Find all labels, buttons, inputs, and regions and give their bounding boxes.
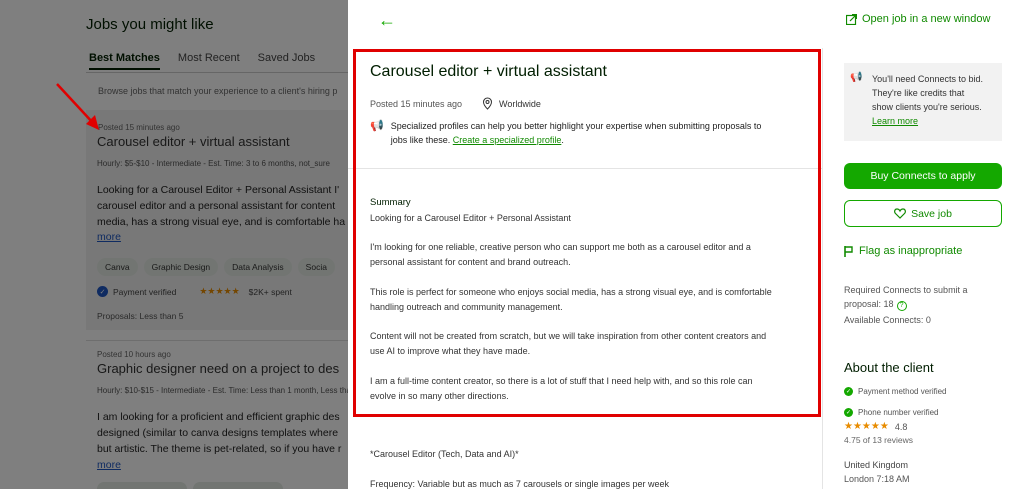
rating-stars-icon: ★★★★★: [844, 421, 889, 432]
client-rating: ★★★★★ 4.8: [844, 421, 908, 432]
megaphone-icon: 📢: [370, 120, 384, 132]
arrow-left-icon: ←: [378, 10, 396, 30]
summary-heading: Summary: [370, 197, 411, 208]
learn-more-link[interactable]: Learn more: [872, 114, 983, 128]
description-paragraph: Looking for a Carousel Editor + Personal…: [370, 213, 571, 223]
buy-connects-button[interactable]: Buy Connects to apply: [844, 163, 1002, 189]
description-paragraph: This role is perfect for someone who enj…: [370, 287, 772, 312]
annotation-arrow: [56, 83, 99, 130]
open-new-window-link[interactable]: Open job in a new window: [846, 13, 990, 25]
flag-inappropriate-link[interactable]: Flag as inappropriate: [844, 245, 962, 257]
about-client-heading: About the client: [844, 360, 934, 375]
available-connects: Available Connects: 0: [844, 315, 931, 325]
check-circle-icon: ✓: [844, 387, 853, 396]
back-button[interactable]: ←: [378, 10, 396, 31]
location: Worldwide: [482, 97, 541, 110]
client-country: United Kingdom: [844, 460, 909, 470]
megaphone-icon: 📢: [850, 72, 863, 83]
create-specialized-profile-link[interactable]: Create a specialized profile: [453, 135, 562, 145]
flag-icon: [844, 245, 853, 257]
connects-info-box: 📢 You'll need Connects to bid. They're l…: [844, 63, 1002, 141]
description-paragraph: I'm looking for one reliable, creative p…: [370, 242, 751, 267]
job-title: Carousel editor + virtual assistant: [370, 63, 607, 80]
posted-time: Posted 15 minutes ago: [370, 99, 463, 109]
client-reviews: 4.75 of 13 reviews: [844, 435, 913, 445]
save-job-button[interactable]: Save job: [844, 200, 1002, 227]
check-circle-icon: ✓: [844, 408, 853, 417]
specialized-profile-notice: 📢 Specialized profiles can help you bett…: [370, 120, 762, 145]
required-connects: Required Connects to submit a proposal: …: [844, 285, 968, 311]
phone-verified: ✓ Phone number verified: [844, 408, 939, 417]
column-divider: [822, 48, 823, 489]
description-paragraph: *Carousel Editor (Tech, Data and AI)*: [370, 449, 519, 459]
payment-method-verified: ✓ Payment method verified: [844, 387, 947, 396]
description-paragraph: Content will not be created from scratch…: [370, 331, 767, 356]
heart-icon: [894, 208, 907, 219]
description-paragraph: I am a full-time content creator, so the…: [370, 376, 753, 401]
section-divider: [348, 168, 822, 169]
job-details-panel: ← Open job in a new window Carousel edit…: [348, 0, 1024, 489]
description-paragraph: Frequency: Variable but as much as 7 car…: [370, 479, 669, 489]
job-detail-main: Carousel editor + virtual assistant Post…: [348, 48, 822, 489]
external-link-icon: [846, 13, 857, 25]
help-icon[interactable]: ?: [896, 301, 907, 311]
location-pin-icon: [482, 97, 493, 110]
client-city-time: London 7:18 AM: [844, 474, 910, 484]
